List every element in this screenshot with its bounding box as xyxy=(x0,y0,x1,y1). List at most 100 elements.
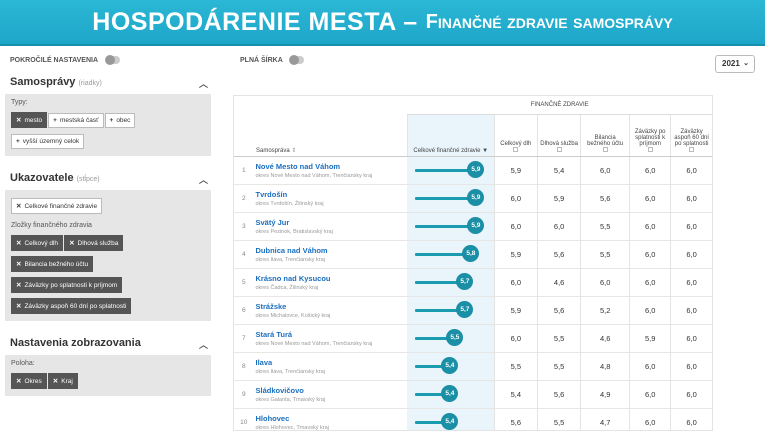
row-index: 9 xyxy=(234,380,254,409)
checkbox-icon[interactable] xyxy=(602,146,608,152)
col-header-service[interactable]: Dlhová služba xyxy=(536,114,581,157)
filter-chip[interactable]: + vyšší územný celok xyxy=(11,134,85,149)
close-icon[interactable]: ✕ xyxy=(16,282,21,289)
checkbox-icon[interactable] xyxy=(647,146,653,152)
score-bar-fill xyxy=(415,281,462,284)
service-cell: 5,5 xyxy=(536,408,581,430)
indicator-chip[interactable]: ✕ Celkové finančné zdravie xyxy=(11,198,103,214)
filter-chip[interactable]: + obec xyxy=(104,113,136,128)
col-header-label: Záväzky po splatnosti k príjmom xyxy=(634,128,666,147)
col-header-balance[interactable]: Bilancia bežného účtu xyxy=(580,114,630,157)
municipality-link[interactable]: Hlohovec xyxy=(256,414,406,423)
municipality-link[interactable]: Nové Mesto nad Váhom xyxy=(256,162,406,171)
section-header-municipalities[interactable]: Samosprávy (riadky) ︿ xyxy=(2,68,214,92)
municipality-link[interactable]: Stará Turá xyxy=(256,330,406,339)
col-header-overdue[interactable]: Záväzky po splatnosti k príjmom xyxy=(629,114,671,157)
overdue-cell: 6,0 xyxy=(629,408,671,430)
close-icon[interactable]: ✕ xyxy=(53,378,58,385)
close-icon[interactable]: ✕ xyxy=(16,261,21,268)
close-icon[interactable]: ✕ xyxy=(16,303,21,310)
full-width-toggle[interactable]: PLNÁ ŠÍRKA xyxy=(240,55,305,65)
filter-chip[interactable]: ✕ Dlhová služba xyxy=(64,235,124,251)
municipality-link[interactable]: Krásno nad Kysucou xyxy=(256,274,406,283)
sort-desc-icon[interactable]: ▼ xyxy=(482,148,488,154)
filter-chip[interactable]: ✕ Kraj xyxy=(47,373,78,389)
chevron-up-icon[interactable]: ︿ xyxy=(199,338,208,351)
table-row: 5 Krásno nad Kysucou okres Čadca, Žilinský… xyxy=(234,268,712,297)
section-header-display-settings[interactable]: Nastavenia zobrazovania ︿ xyxy=(2,329,214,353)
position-panel: Poloha: ✕ Okres ✕ Kraj xyxy=(5,355,211,396)
col-header-name[interactable]: Samospráva ⇕ xyxy=(234,114,408,157)
close-icon[interactable]: ✕ xyxy=(69,240,74,247)
municipality-cell: Dubnica nad Váhom okres Ilava, Trenčiansk… xyxy=(253,240,408,269)
municipality-link[interactable]: Svätý Jur xyxy=(256,218,406,227)
checkbox-icon[interactable] xyxy=(689,146,695,152)
score-bar: 5,4 xyxy=(409,413,491,430)
municipality-link[interactable]: Ilava xyxy=(256,358,406,367)
municipality-cell: Tvrdošín okres Tvrdošín, Žilinský kraj xyxy=(253,184,408,213)
score-badge: 5,9 xyxy=(467,161,485,178)
sidebar: Samosprávy (riadky) ︿ Typy: ✕ mesto + mests… xyxy=(2,68,214,431)
debt-cell: 6,0 xyxy=(493,268,538,297)
balance-cell: 6,0 xyxy=(580,156,630,185)
score-cell: 5,9 xyxy=(407,212,495,241)
municipality-link[interactable]: Sládkovičovo xyxy=(256,386,406,395)
municipality-link[interactable]: Strážske xyxy=(256,302,406,311)
close-icon[interactable]: ✕ xyxy=(16,378,21,385)
close-icon[interactable]: ✕ xyxy=(16,240,21,247)
col-header-debt[interactable]: Celkový dlh xyxy=(493,114,538,157)
municipality-location: okres Pezinok, Bratislavský kraj xyxy=(255,228,333,235)
debt-cell: 5,9 xyxy=(493,296,538,325)
overdue60-cell: 6,0 xyxy=(670,268,712,297)
filter-chip[interactable]: ✕ Okres xyxy=(11,373,47,389)
close-icon[interactable]: ✕ xyxy=(16,117,21,124)
municipality-link[interactable]: Tvrdošín xyxy=(256,190,406,199)
overdue60-cell: 6,0 xyxy=(670,380,712,409)
filter-chip[interactable]: ✕ Záväzky aspoň 60 dní po splatnosti xyxy=(11,298,132,314)
table-body: 1 Nové Mesto nad Váhom okres Nové Mesto na… xyxy=(234,156,712,430)
score-bar-fill xyxy=(415,309,462,312)
close-icon[interactable]: ✕ xyxy=(16,203,21,210)
toggle-switch-icon[interactable] xyxy=(104,55,120,65)
full-width-label: PLNÁ ŠÍRKA xyxy=(240,56,283,64)
municipality-cell: Stará Turá okres Nové Mesto nad Váhom, Tr… xyxy=(253,324,408,353)
balance-cell: 5,5 xyxy=(580,212,630,241)
advanced-settings-toggle[interactable]: POKROČILÉ NASTAVENIA xyxy=(10,55,120,65)
balance-cell: 5,5 xyxy=(580,240,630,269)
components-label: Zložky finančného zdravia xyxy=(11,222,92,229)
checkbox-icon[interactable] xyxy=(513,146,519,152)
row-index: 4 xyxy=(234,240,254,269)
overdue60-cell: 6,0 xyxy=(670,184,712,213)
municipality-link[interactable]: Dubnica nad Váhom xyxy=(256,246,406,255)
position-chips: ✕ Okres ✕ Kraj xyxy=(11,370,205,391)
col-header-score[interactable]: Celkové finančné zdravie ▼ xyxy=(406,114,495,157)
balance-cell: 5,2 xyxy=(580,296,630,325)
year-select[interactable]: 2021 ⌄ xyxy=(715,55,755,73)
toggle-switch-icon[interactable] xyxy=(289,55,305,65)
score-bar: 5,9 xyxy=(409,189,491,206)
score-cell: 5,4 xyxy=(407,352,495,381)
plus-icon[interactable]: + xyxy=(53,117,57,124)
chevron-up-icon[interactable]: ︿ xyxy=(199,77,208,90)
overdue60-cell: 6,0 xyxy=(670,296,712,325)
types-label: Typy: xyxy=(11,99,28,106)
municipality-cell: Sládkovičovo okres Galanta, Trnavský kraj xyxy=(253,380,408,409)
chevron-up-icon[interactable]: ︿ xyxy=(199,173,208,186)
col-header-overdue60[interactable]: Záväzky aspoň 60 dní po splatnosti xyxy=(670,114,712,157)
filter-chip[interactable]: + mestská časť xyxy=(48,113,104,128)
filter-chip[interactable]: ✕ Záväzky po splatnosti k príjmom xyxy=(11,277,123,293)
overdue-cell: 5,9 xyxy=(629,324,671,353)
checkbox-icon[interactable] xyxy=(556,146,562,152)
plus-icon[interactable]: + xyxy=(16,138,20,145)
section-title: Ukazovatele xyxy=(10,172,74,184)
overdue-cell: 6,0 xyxy=(629,268,671,297)
filter-chip[interactable]: ✕ Bilancia bežného účtu xyxy=(11,256,94,272)
section-header-indicators[interactable]: Ukazovatele (stĺpce) ︿ xyxy=(2,164,214,188)
filter-chip[interactable]: ✕ mesto xyxy=(11,112,48,128)
filter-chip[interactable]: ✕ Celkový dlh xyxy=(11,235,64,251)
overdue60-cell: 6,0 xyxy=(670,240,712,269)
score-cell: 5,7 xyxy=(407,268,495,297)
sort-icon[interactable]: ⇕ xyxy=(291,148,296,154)
chip-label: Celkové finančné zdravie xyxy=(24,203,98,210)
plus-icon[interactable]: + xyxy=(110,117,114,124)
